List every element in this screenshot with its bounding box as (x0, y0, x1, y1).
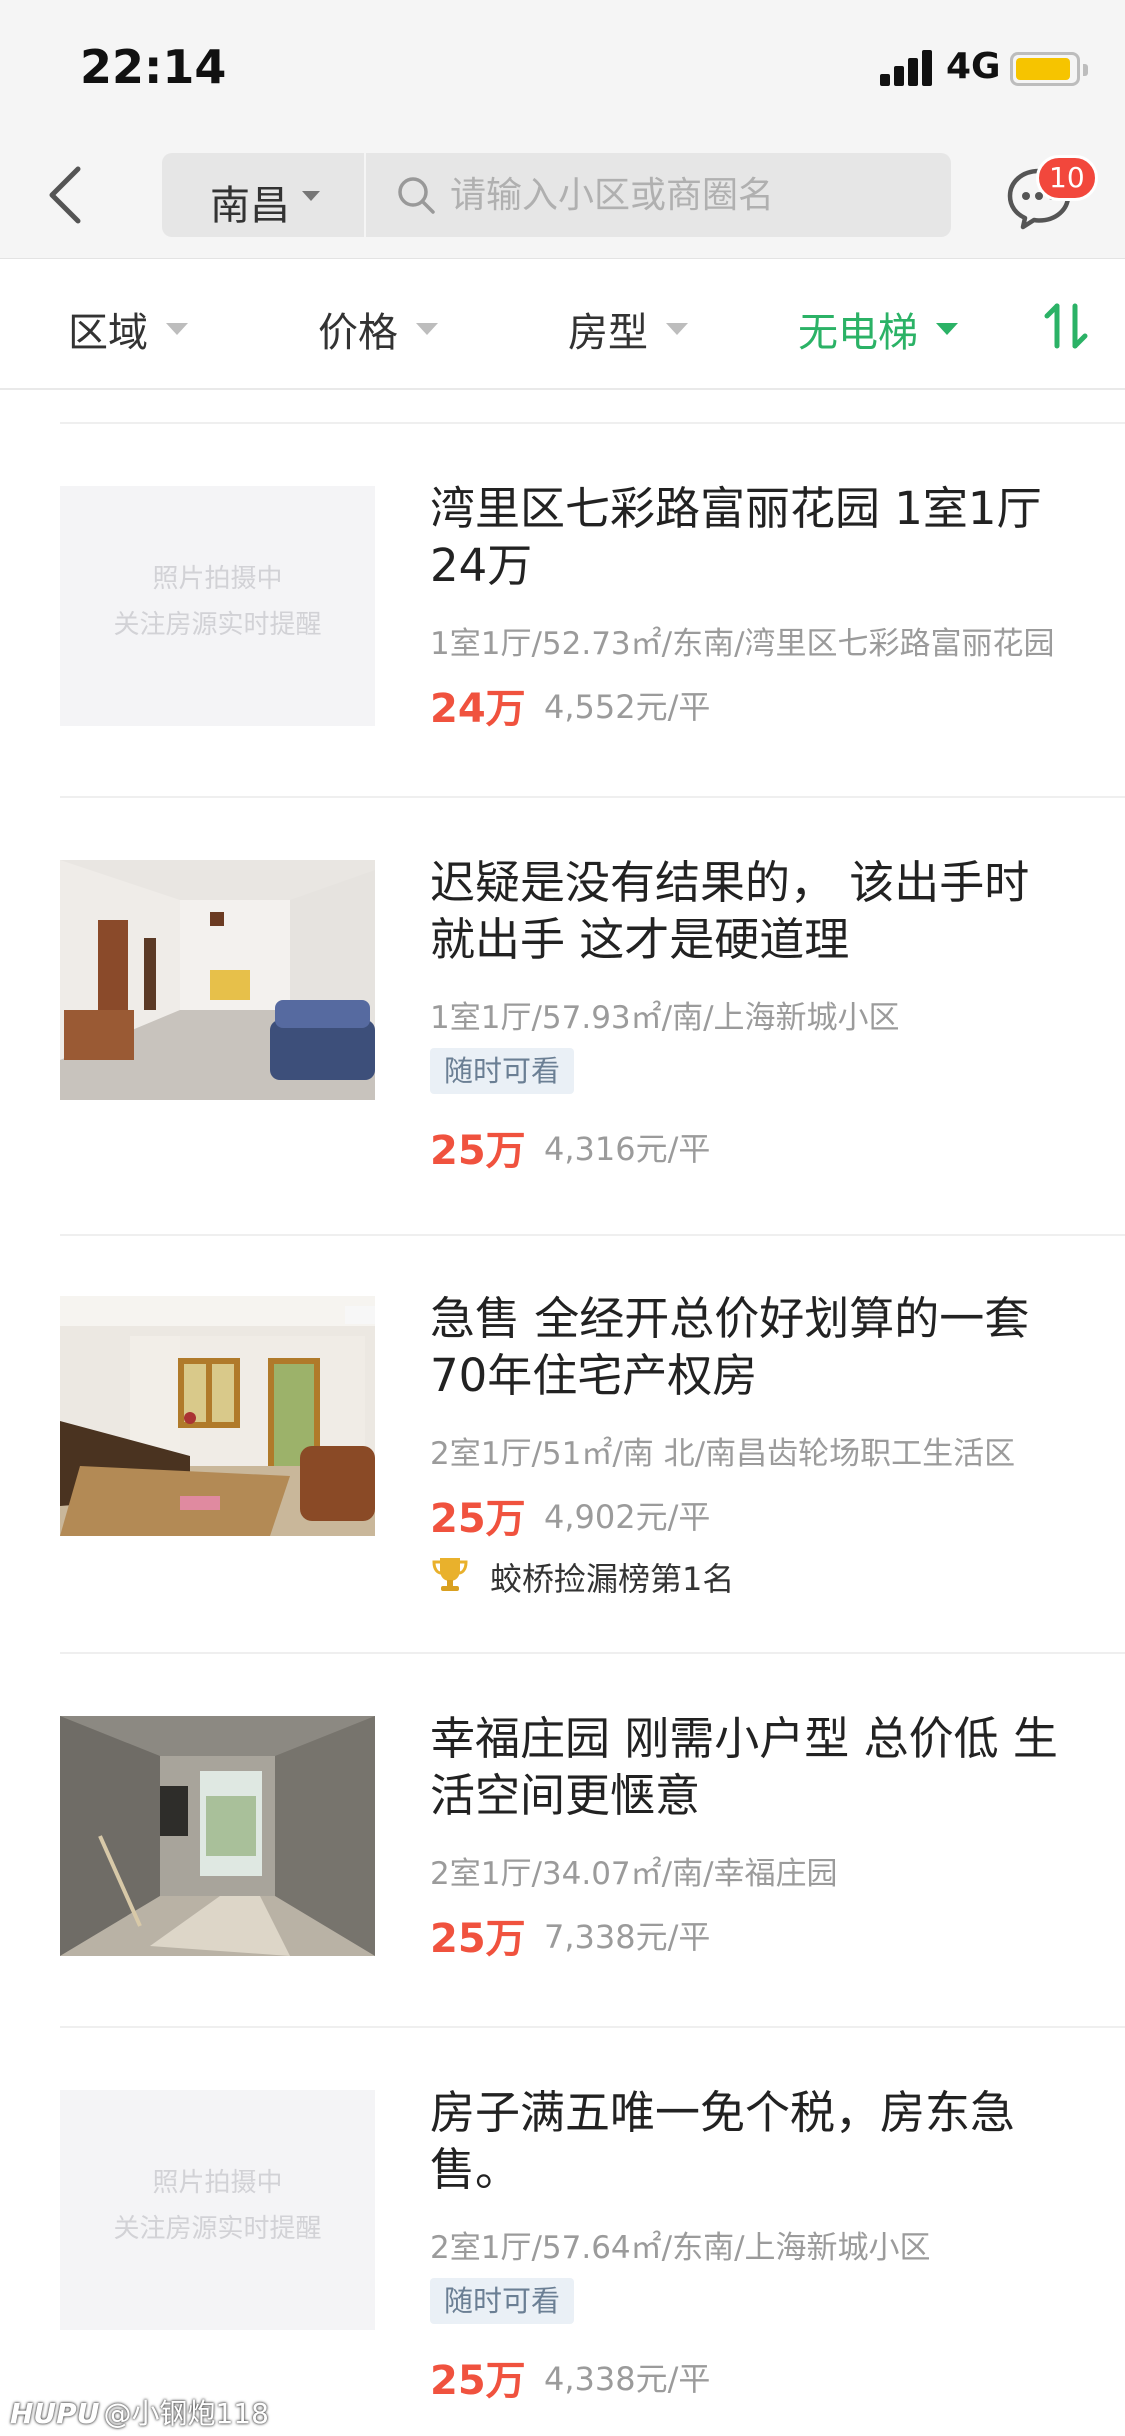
sort-icon[interactable] (1040, 300, 1092, 352)
caret-down-icon (302, 191, 320, 201)
listing-photo-placeholder: 照片拍摄中 关注房源实时提醒 (60, 2090, 375, 2330)
filter-area-label: 区域 (68, 310, 148, 356)
listing-unit-price: 4,338元/平 (544, 2360, 711, 2398)
listing-title: 迟疑是没有结果的， 该出手时就出手 这才是硬道理 (430, 856, 1030, 966)
listing-title: 湾里区七彩路富丽花园 1室1厅 24万 (430, 482, 1042, 592)
city-label: 南昌 (210, 183, 290, 229)
filter-area[interactable]: 区域 (68, 300, 188, 356)
filter-layout-label: 房型 (568, 310, 648, 356)
listing-meta: 1室1厅/52.73㎡/东南/湾里区七彩路富丽花园 (430, 626, 1055, 662)
listing-title: 房子满五唯一免个税，房东急售。 (430, 2086, 1016, 2196)
listing-photo (60, 1716, 375, 1956)
search-icon (398, 177, 435, 214)
listing-photo-placeholder: 照片拍摄中 关注房源实时提醒 (60, 486, 375, 726)
battery-icon (1010, 52, 1088, 86)
search-box[interactable] (366, 153, 951, 237)
caret-down-icon (166, 323, 188, 335)
filter-no-elevator[interactable]: 无电梯 (798, 300, 958, 356)
placeholder-line2: 关注房源实时提醒 (113, 610, 322, 640)
divider (60, 1652, 1125, 1654)
divider (60, 796, 1125, 798)
listing-meta: 1室1厅/57.93㎡/南/上海新城小区 (430, 1000, 900, 1036)
listing-price: 25万 (430, 2358, 526, 2404)
listing-price: 25万 (430, 1916, 526, 1962)
divider (60, 2026, 1125, 2028)
placeholder-line1: 照片拍摄中 (152, 564, 283, 594)
status-time: 22:14 (80, 40, 227, 94)
listing-title: 急售 全经开总价好划算的一套70年住宅产权房 (430, 1292, 1030, 1402)
listing-photo (60, 1296, 375, 1536)
listing-tag: 随时可看 (430, 1048, 575, 1094)
listing-meta: 2室1厅/57.64㎡/东南/上海新城小区 (430, 2230, 931, 2266)
listing-title: 幸福庄园 刚需小户型 总价低 生活空间更惬意 (430, 1712, 1058, 1822)
back-icon[interactable] (40, 163, 100, 227)
listing-photo (60, 860, 375, 1100)
listing-price: 25万 (430, 1496, 526, 1542)
nav-bar: 南昌 10 (0, 135, 1125, 259)
caret-down-icon (416, 323, 438, 335)
listing-unit-price: 4,316元/平 (544, 1130, 711, 1168)
placeholder-line2: 关注房源实时提醒 (113, 2214, 322, 2244)
watermark-brand: HUPU (10, 2397, 100, 2430)
trophy-icon (432, 1558, 468, 1591)
divider (60, 422, 1125, 424)
filter-price[interactable]: 价格 (318, 300, 438, 356)
divider (60, 1234, 1125, 1236)
rank-label: 蛟桥捡漏榜第1名 (490, 1560, 735, 1598)
filter-bar: 区域 价格 房型 无电梯 (0, 260, 1125, 390)
filter-price-label: 价格 (318, 310, 398, 356)
watermark-user: @小钢炮118 (103, 2397, 269, 2430)
listing-unit-price: 4,902元/平 (544, 1498, 711, 1536)
listing-meta: 2室1厅/51㎡/南 北/南昌齿轮场职工生活区 (430, 1436, 1016, 1472)
status-bar: 22:14 4G (0, 0, 1125, 135)
signal-icon (880, 50, 936, 86)
placeholder-line1: 照片拍摄中 (152, 2168, 283, 2198)
caret-down-icon (666, 323, 688, 335)
watermark: HUPU @小钢炮118 (10, 2392, 269, 2432)
listing-price: 25万 (430, 1128, 526, 1174)
network-type: 4G (946, 46, 1001, 87)
listing-meta: 2室1厅/34.07㎡/南/幸福庄园 (430, 1856, 838, 1892)
caret-down-icon (936, 323, 958, 335)
listing-tag: 随时可看 (430, 2278, 575, 2324)
filter-layout[interactable]: 房型 (568, 300, 688, 356)
listing-price: 24万 (430, 686, 526, 732)
listing-unit-price: 7,338元/平 (544, 1918, 711, 1956)
filter-no-elevator-label: 无电梯 (798, 310, 918, 356)
search-input[interactable] (450, 153, 930, 237)
listing-unit-price: 4,552元/平 (544, 688, 711, 726)
city-selector[interactable]: 南昌 (162, 153, 364, 237)
message-badge: 10 (1036, 155, 1098, 201)
